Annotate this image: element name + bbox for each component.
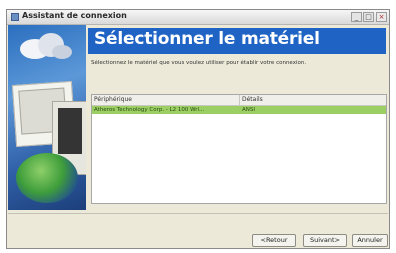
app-icon [11,13,19,21]
close-button[interactable]: × [376,12,387,22]
window-title: Assistant de connexion [22,11,127,20]
globe-icon [16,153,78,203]
table-row[interactable]: Atheros Technology Corp. - L2 100 Wrl...… [92,106,386,114]
page-title: Sélectionner le matériel [94,29,320,49]
maximize-button[interactable]: □ [363,12,374,22]
title-bar[interactable]: Assistant de connexion _ □ × [7,10,389,25]
instructions-text: Sélectionnez le matériel que vous voulez… [91,60,307,66]
device-name-cell: Atheros Technology Corp. - L2 100 Wrl... [94,107,205,113]
cancel-button[interactable]: Annuler [352,234,388,247]
device-list[interactable]: Périphérique Détails Atheros Technology … [91,94,387,204]
wizard-header: Sélectionner le matériel [88,28,386,54]
wizard-sidebar-illustration [8,25,86,210]
column-header-device[interactable]: Périphérique [92,95,240,105]
list-header: Périphérique Détails [92,95,386,106]
back-button[interactable]: <Retour [252,234,296,247]
cloud-shape [52,45,72,59]
divider [8,213,388,214]
monitor-screen [58,108,82,154]
column-header-details[interactable]: Détails [240,95,386,105]
minimize-button[interactable]: _ [351,12,362,22]
device-details-cell: ANSI [242,107,255,113]
next-button[interactable]: Suivant> [303,234,347,247]
